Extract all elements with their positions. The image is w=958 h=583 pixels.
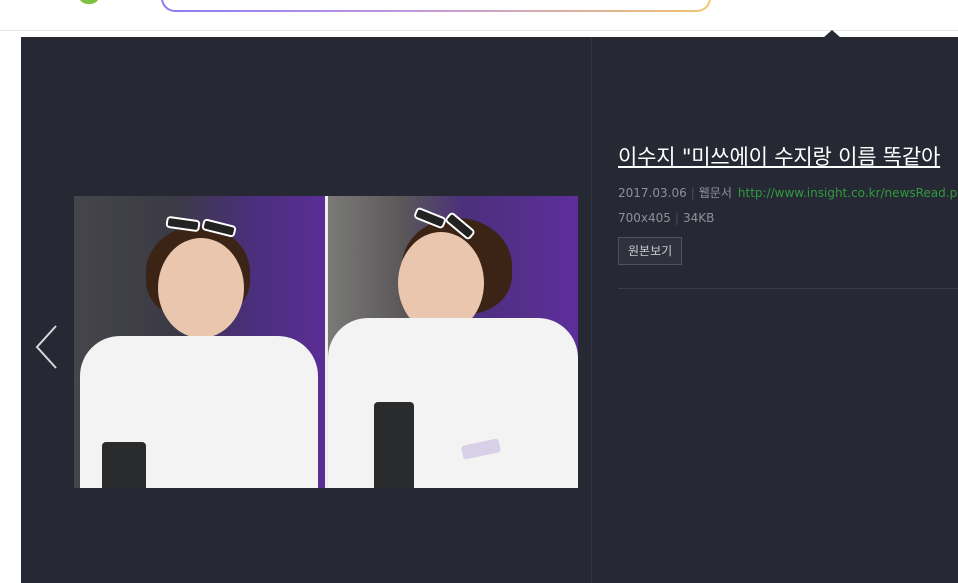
- image-dimensions: 700x405: [618, 211, 671, 225]
- image-date: 2017.03.06: [618, 186, 687, 200]
- info-divider: [618, 288, 958, 289]
- previous-image-button[interactable]: [29, 322, 65, 372]
- image-info-panel: 이수지 "미쓰에이 수지랑 이름 똑같아 2017.03.06 | 웹문서 http:…: [618, 37, 958, 583]
- source-type: 웹문서: [698, 186, 732, 200]
- site-logo[interactable]: [78, 0, 100, 4]
- image-size-line: 700x405 | 34KB: [618, 211, 715, 225]
- image-meta-line: 2017.03.06 | 웹문서 http://www.insight.co.kr/n…: [618, 184, 958, 201]
- image-title-link[interactable]: 이수지 "미쓰에이 수지랑 이름 똑같아: [618, 141, 958, 171]
- top-header: [0, 0, 958, 31]
- image-viewer: 이수지 "미쓰에이 수지랑 이름 똑같아 2017.03.06 | 웹문서 http:…: [21, 37, 958, 583]
- viewer-divider: [591, 37, 592, 583]
- image-file-size: 34KB: [682, 211, 715, 225]
- chevron-left-icon: [35, 325, 57, 369]
- preview-image-right-panel: [328, 196, 578, 488]
- view-original-button[interactable]: 원본보기: [618, 237, 683, 265]
- search-box[interactable]: [161, 0, 711, 12]
- source-url-link[interactable]: http://www.insight.co.kr/newsRead.php?A: [738, 186, 958, 200]
- preview-image[interactable]: [74, 196, 578, 488]
- preview-image-left-panel: [74, 196, 325, 488]
